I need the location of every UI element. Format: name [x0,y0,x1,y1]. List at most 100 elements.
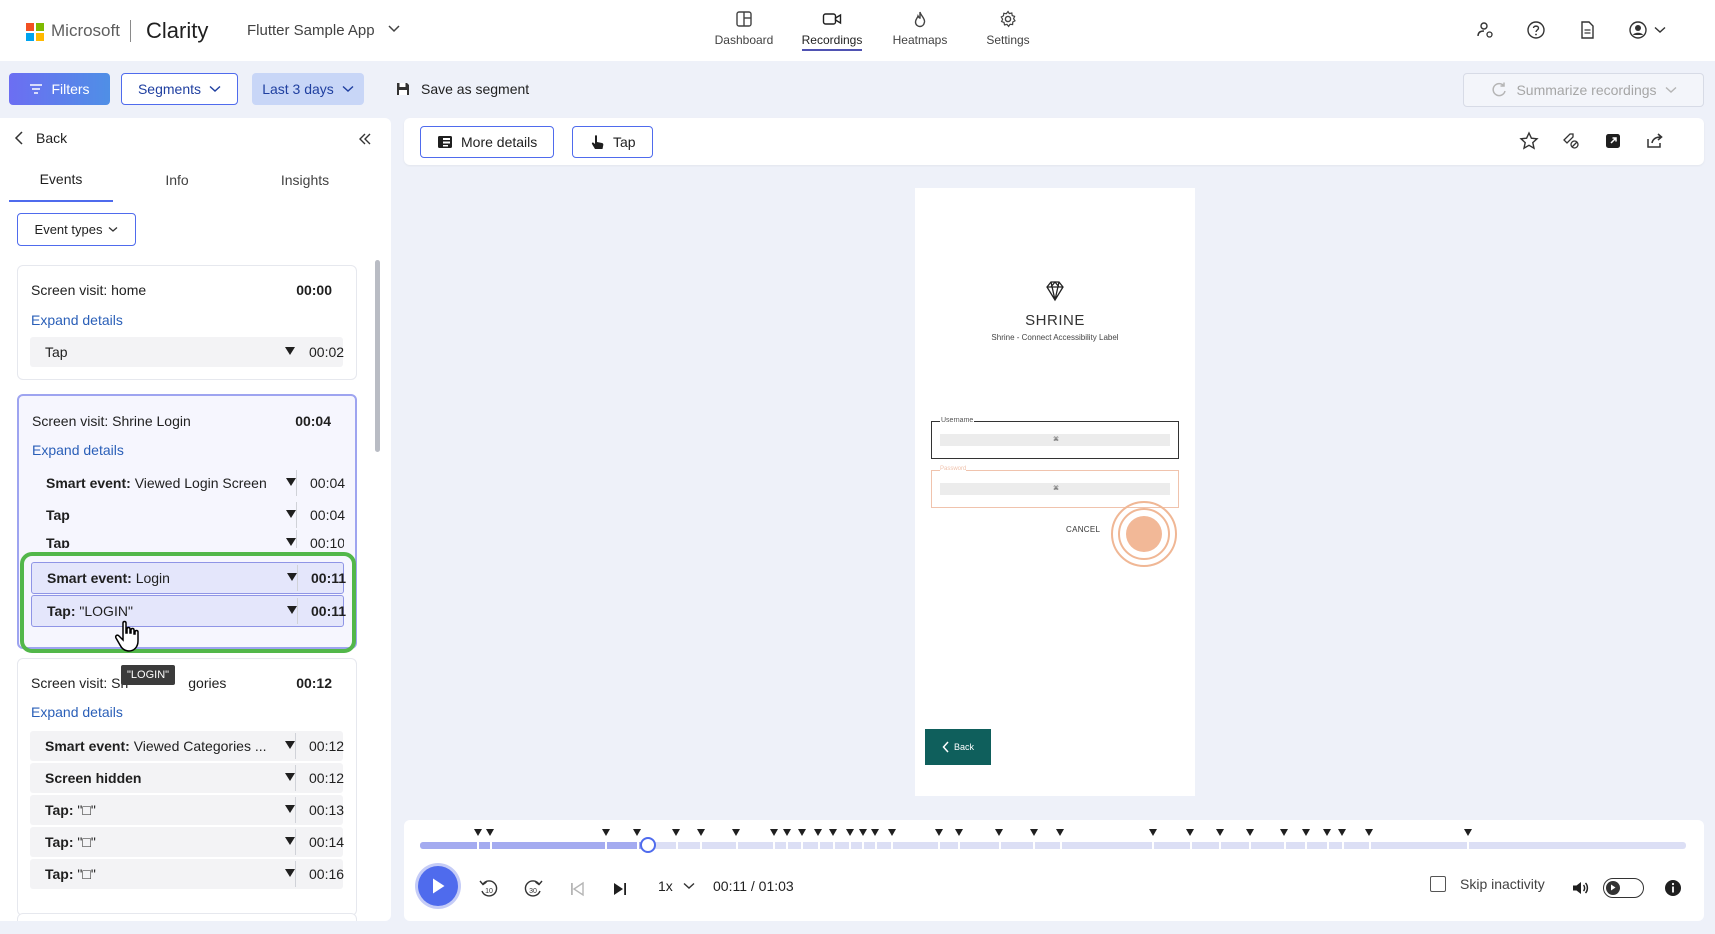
event-marker[interactable] [829,829,838,836]
next-button[interactable] [612,881,628,897]
event-marker[interactable] [1463,829,1472,836]
event-row[interactable]: Tap: "□" 00:16 [30,859,344,889]
share-icon[interactable] [1645,131,1665,151]
date-range-dropdown[interactable]: Last 3 days [252,73,364,105]
tab-info[interactable]: Info [113,158,241,202]
rewind-10-button[interactable]: 10 [478,878,500,900]
event-card[interactable] [17,913,357,921]
segments-dropdown[interactable]: Segments [121,73,238,105]
chevron-down-icon[interactable] [387,24,401,34]
tab-insights[interactable]: Insights [241,158,369,202]
event-marker[interactable] [1338,829,1347,836]
timeline-track[interactable] [420,829,1686,853]
event-marker[interactable] [1280,829,1289,836]
autoplay-toggle[interactable] [1603,878,1644,898]
event-row[interactable]: Tap 00:10 [31,528,344,548]
volume-button[interactable] [1570,878,1590,898]
cancel-button[interactable]: CANCEL [1066,525,1100,534]
event-marker[interactable] [769,829,778,836]
tap-button[interactable]: Tap [572,126,653,158]
event-marker[interactable] [814,829,823,836]
event-row-highlighted[interactable]: Smart event: Login 00:11 [31,562,346,594]
event-marker[interactable] [1056,829,1065,836]
event-card[interactable]: Screen visit: home 00:00 Expand details … [17,265,357,380]
caret-down-icon[interactable] [287,573,297,581]
expand-details-link[interactable]: Expand details [32,442,124,458]
event-marker[interactable] [1365,829,1373,836]
event-row[interactable]: Screen hidden 00:12 [30,763,344,793]
project-selector[interactable]: Flutter Sample App [247,22,375,39]
event-marker[interactable] [732,829,740,836]
caret-down-icon[interactable] [286,510,296,518]
event-marker[interactable] [1148,829,1157,836]
speed-selector[interactable]: 1x [658,878,695,894]
app-back-button[interactable]: Back [925,729,991,765]
caret-down-icon[interactable] [285,741,295,749]
brand-title[interactable]: Clarity [146,18,208,44]
tab-events[interactable]: Events [9,158,113,202]
event-marker[interactable] [858,829,867,836]
document-icon[interactable] [1577,20,1597,40]
back-button[interactable]: Back [14,130,67,146]
caret-down-icon[interactable] [285,805,295,813]
skip-inactivity-checkbox[interactable] [1430,876,1446,892]
event-row[interactable]: Tap 00:02 [30,337,344,367]
expand-details-link[interactable]: Expand details [31,312,123,328]
event-marker[interactable] [954,829,963,836]
event-marker[interactable] [1301,829,1310,836]
event-row[interactable]: Smart event: Viewed Categories ... 00:12 [30,731,344,761]
nav-settings[interactable]: Settings [964,10,1052,54]
event-row[interactable]: Tap: "□" 00:14 [30,827,344,857]
event-marker[interactable] [1323,829,1332,836]
forward-30-button[interactable]: 30 [522,878,544,900]
event-marker[interactable] [696,829,705,836]
event-marker[interactable] [601,829,610,836]
event-marker[interactable] [782,829,791,836]
tag-icon[interactable] [1561,131,1581,151]
open-external-icon[interactable] [1603,131,1623,151]
event-row[interactable]: Smart event: Viewed Login Screen 00:04 [31,468,345,498]
nav-heatmaps[interactable]: Heatmaps [876,10,964,54]
account-menu[interactable] [1628,20,1666,40]
event-marker[interactable] [871,829,880,836]
summarize-recordings-button[interactable]: Summarize recordings [1463,73,1704,107]
event-marker[interactable] [1215,829,1224,836]
nav-recordings[interactable]: Recordings [788,10,876,54]
event-card[interactable]: Screen visit: Sh gories 00:12 Expand deta… [17,658,357,916]
previous-button[interactable] [569,881,585,897]
event-marker[interactable] [995,829,1004,836]
app-screen-replay[interactable]: SHRINE Shrine - Connect Accessibility La… [915,188,1195,796]
event-row[interactable]: Tap 00:04 [31,500,345,530]
event-marker[interactable] [633,829,642,836]
event-row-highlighted[interactable]: Tap: "LOGIN" 00:11 [31,595,346,627]
people-settings-icon[interactable] [1475,20,1495,40]
collapse-panel-icon[interactable] [358,132,372,146]
panel-scrollbar[interactable] [375,260,380,452]
caret-down-icon[interactable] [286,538,296,546]
event-card-selected[interactable]: Screen visit: Shrine Login 00:04 Expand … [17,394,357,649]
event-marker[interactable] [473,829,482,836]
caret-down-icon[interactable] [285,347,295,355]
nav-dashboard[interactable]: Dashboard [700,10,788,54]
play-button[interactable] [418,866,458,906]
star-icon[interactable] [1519,131,1539,151]
event-marker[interactable] [797,829,806,836]
username-field[interactable]: Username ⌘ [931,417,1179,459]
expand-details-link[interactable]: Expand details [31,704,123,720]
event-row[interactable]: Tap: "□" 00:13 [30,795,344,825]
event-marker[interactable] [934,829,943,836]
event-marker[interactable] [1186,829,1195,836]
filters-button[interactable]: Filters [9,73,110,105]
event-marker[interactable] [672,829,681,836]
event-types-dropdown[interactable]: Event types [17,213,136,246]
skip-inactivity-toggle[interactable]: Skip inactivity [1430,876,1545,892]
caret-down-icon[interactable] [286,478,296,486]
caret-down-icon[interactable] [285,837,295,845]
caret-down-icon[interactable] [287,606,297,614]
event-marker[interactable] [1029,829,1038,836]
timeline-scrubber[interactable] [639,837,656,853]
caret-down-icon[interactable] [285,773,295,781]
caret-down-icon[interactable] [285,869,295,877]
more-details-button[interactable]: More details [420,126,555,158]
event-marker[interactable] [486,829,495,836]
